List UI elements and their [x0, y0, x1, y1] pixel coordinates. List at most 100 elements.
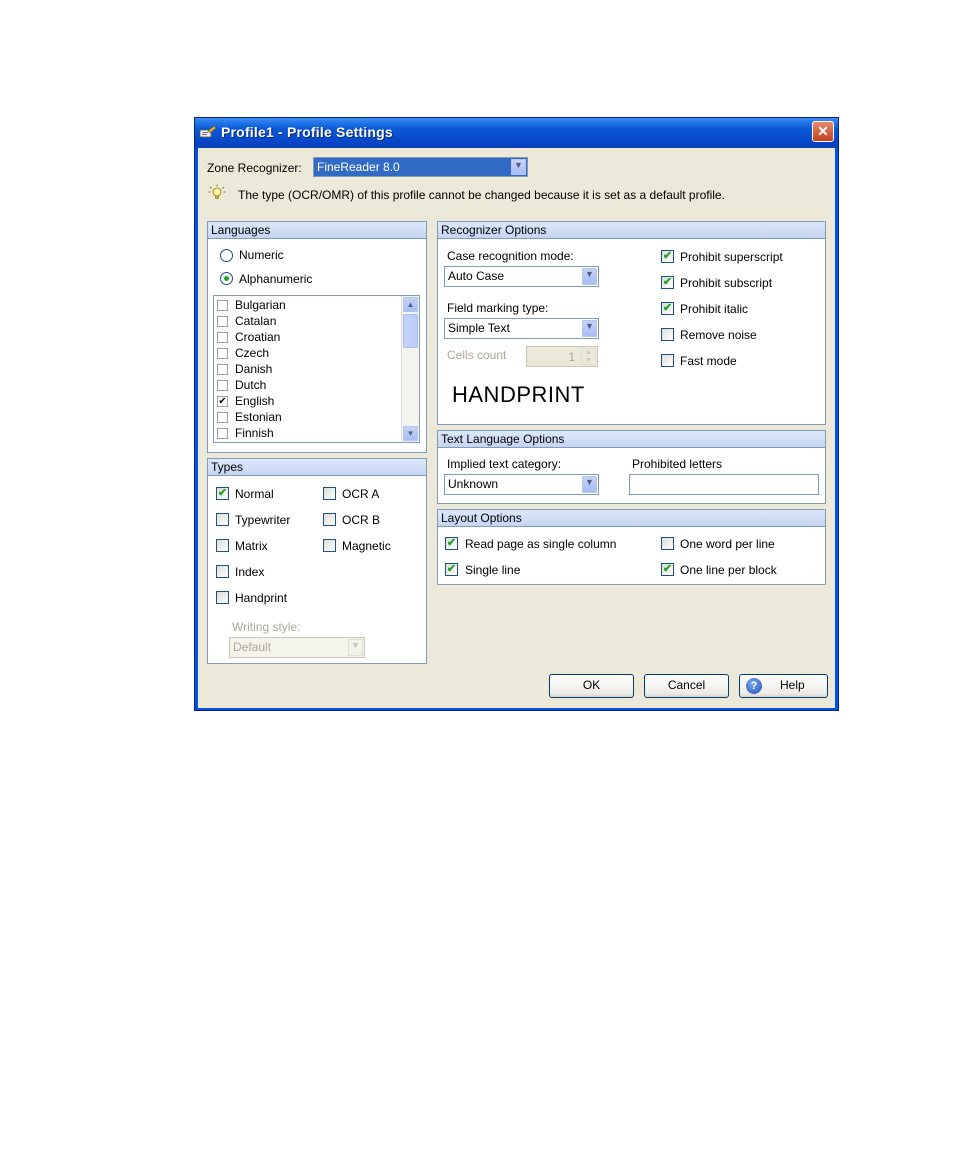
- language-label: Croatian: [235, 330, 281, 344]
- magnetic-label: Magnetic: [342, 539, 391, 553]
- language-label: Estonian: [235, 410, 282, 424]
- help-button[interactable]: ? Help: [739, 674, 828, 698]
- scroll-down-icon[interactable]: ▼: [403, 426, 418, 441]
- alphanumeric-label: Alphanumeric: [239, 272, 313, 286]
- lightbulb-icon: [208, 184, 226, 202]
- cancel-button[interactable]: Cancel: [644, 674, 729, 698]
- text-language-header: Text Language Options: [438, 431, 825, 448]
- one-line-per-block-checkbox[interactable]: ✔: [661, 563, 674, 576]
- field-marking-value: Simple Text: [448, 321, 510, 335]
- zone-recognizer-select[interactable]: FineReader 8.0 ▼: [313, 157, 528, 177]
- language-checkbox[interactable]: [217, 364, 228, 375]
- ok-button[interactable]: OK: [549, 674, 634, 698]
- close-icon[interactable]: ✕: [812, 121, 834, 142]
- prohibit-superscript-checkbox[interactable]: ✔: [661, 250, 674, 263]
- chevron-down-icon[interactable]: ▼: [582, 268, 597, 285]
- handprint-preview: HANDPRINT: [452, 382, 585, 407]
- prohibit-subscript-checkbox[interactable]: ✔: [661, 276, 674, 289]
- prohibit-italic-checkbox[interactable]: ✔: [661, 302, 674, 315]
- prohibited-letters-label: Prohibited letters: [632, 457, 723, 471]
- single-column-label: Read page as single column: [465, 537, 617, 551]
- language-checkbox[interactable]: [217, 348, 228, 359]
- ocr-b-label: OCR B: [342, 513, 381, 527]
- writing-style-label: Writing style:: [232, 620, 301, 634]
- field-marking-select[interactable]: Simple Text ▼: [444, 318, 599, 339]
- magnetic-checkbox[interactable]: [323, 539, 336, 552]
- language-label: Dutch: [235, 378, 267, 392]
- language-checkbox[interactable]: [217, 316, 228, 327]
- recognizer-options-header: Recognizer Options: [438, 222, 825, 239]
- one-line-per-block-label: One line per block: [680, 563, 777, 577]
- language-checkbox[interactable]: [217, 412, 228, 423]
- cells-count-spinner[interactable]: 1 ▲ ▼: [526, 346, 598, 367]
- help-icon: ?: [746, 678, 762, 694]
- help-button-label: Help: [780, 678, 805, 692]
- cells-count-label: Cells count: [447, 348, 507, 362]
- window-title: Profile1 - Profile Settings: [221, 124, 393, 140]
- prohibit-superscript-label: Prohibit superscript: [680, 250, 783, 264]
- normal-label: Normal: [235, 487, 274, 501]
- language-label: Czech: [235, 346, 270, 360]
- matrix-checkbox[interactable]: [216, 539, 229, 552]
- implied-category-select[interactable]: Unknown ▼: [444, 474, 599, 495]
- language-checkbox[interactable]: [217, 300, 228, 311]
- remove-noise-checkbox[interactable]: [661, 328, 674, 341]
- field-marking-label: Field marking type:: [447, 301, 549, 315]
- fast-mode-checkbox[interactable]: [661, 354, 674, 367]
- layout-options-header: Layout Options: [438, 510, 825, 527]
- matrix-label: Matrix: [235, 539, 268, 553]
- single-column-checkbox[interactable]: ✔: [445, 537, 458, 550]
- handprint-checkbox[interactable]: [216, 591, 229, 604]
- case-mode-select[interactable]: Auto Case ▼: [444, 266, 599, 287]
- profile-icon: [199, 124, 217, 140]
- chevron-down-icon[interactable]: ▼: [348, 639, 363, 656]
- case-mode-label: Case recognition mode:: [447, 249, 574, 263]
- ocr-b-checkbox[interactable]: [323, 513, 336, 526]
- implied-category-label: Implied text category:: [447, 457, 562, 471]
- types-header: Types: [208, 459, 426, 476]
- scroll-thumb[interactable]: [403, 314, 418, 348]
- language-checkbox[interactable]: [217, 332, 228, 343]
- language-checkbox[interactable]: ✔: [217, 396, 228, 407]
- ocr-a-checkbox[interactable]: [323, 487, 336, 500]
- index-checkbox[interactable]: [216, 565, 229, 578]
- scroll-up-icon[interactable]: ▲: [403, 297, 418, 312]
- single-line-checkbox[interactable]: ✔: [445, 563, 458, 576]
- language-label: Bulgarian: [235, 298, 286, 312]
- typewriter-checkbox[interactable]: [216, 513, 229, 526]
- language-list-scrollbar[interactable]: ▲ ▼: [401, 296, 419, 442]
- chevron-down-icon[interactable]: ▼: [582, 320, 597, 337]
- handprint-label: Handprint: [235, 591, 288, 605]
- language-label: English: [235, 394, 275, 408]
- language-label: Catalan: [235, 314, 277, 328]
- chevron-down-icon[interactable]: ▼: [511, 159, 526, 175]
- zone-recognizer-value: FineReader 8.0: [317, 160, 400, 174]
- language-list[interactable]: Bulgarian Catalan Croatian Czech Danish Dutch…: [213, 295, 420, 443]
- prohibit-italic-label: Prohibit italic: [680, 302, 749, 316]
- alphanumeric-radio[interactable]: [220, 272, 233, 285]
- language-checkbox[interactable]: [217, 380, 228, 391]
- cells-count-value: 1: [568, 350, 575, 364]
- ocr-a-label: OCR A: [342, 487, 380, 501]
- one-word-per-line-checkbox[interactable]: [661, 537, 674, 550]
- prohibit-subscript-label: Prohibit subscript: [680, 276, 773, 290]
- info-message: The type (OCR/OMR) of this profile canno…: [238, 188, 725, 202]
- chevron-down-icon[interactable]: ▼: [582, 476, 597, 493]
- numeric-label: Numeric: [239, 248, 284, 262]
- single-line-label: Single line: [465, 563, 521, 577]
- index-label: Index: [235, 565, 265, 579]
- implied-category-value: Unknown: [448, 477, 499, 491]
- zone-recognizer-label: Zone Recognizer:: [207, 161, 302, 175]
- language-label: Danish: [235, 362, 273, 376]
- remove-noise-label: Remove noise: [680, 328, 757, 342]
- typewriter-label: Typewriter: [235, 513, 291, 527]
- normal-checkbox[interactable]: ✔: [216, 487, 229, 500]
- numeric-radio[interactable]: [220, 249, 233, 262]
- writing-style-select[interactable]: Default ▼: [229, 637, 365, 658]
- case-mode-value: Auto Case: [448, 269, 505, 283]
- fast-mode-label: Fast mode: [680, 354, 737, 368]
- spinner-arrows-icon[interactable]: ▲ ▼: [581, 348, 596, 365]
- language-label: Finnish: [235, 426, 274, 440]
- language-checkbox[interactable]: [217, 428, 228, 439]
- prohibited-letters-input[interactable]: [629, 474, 819, 495]
